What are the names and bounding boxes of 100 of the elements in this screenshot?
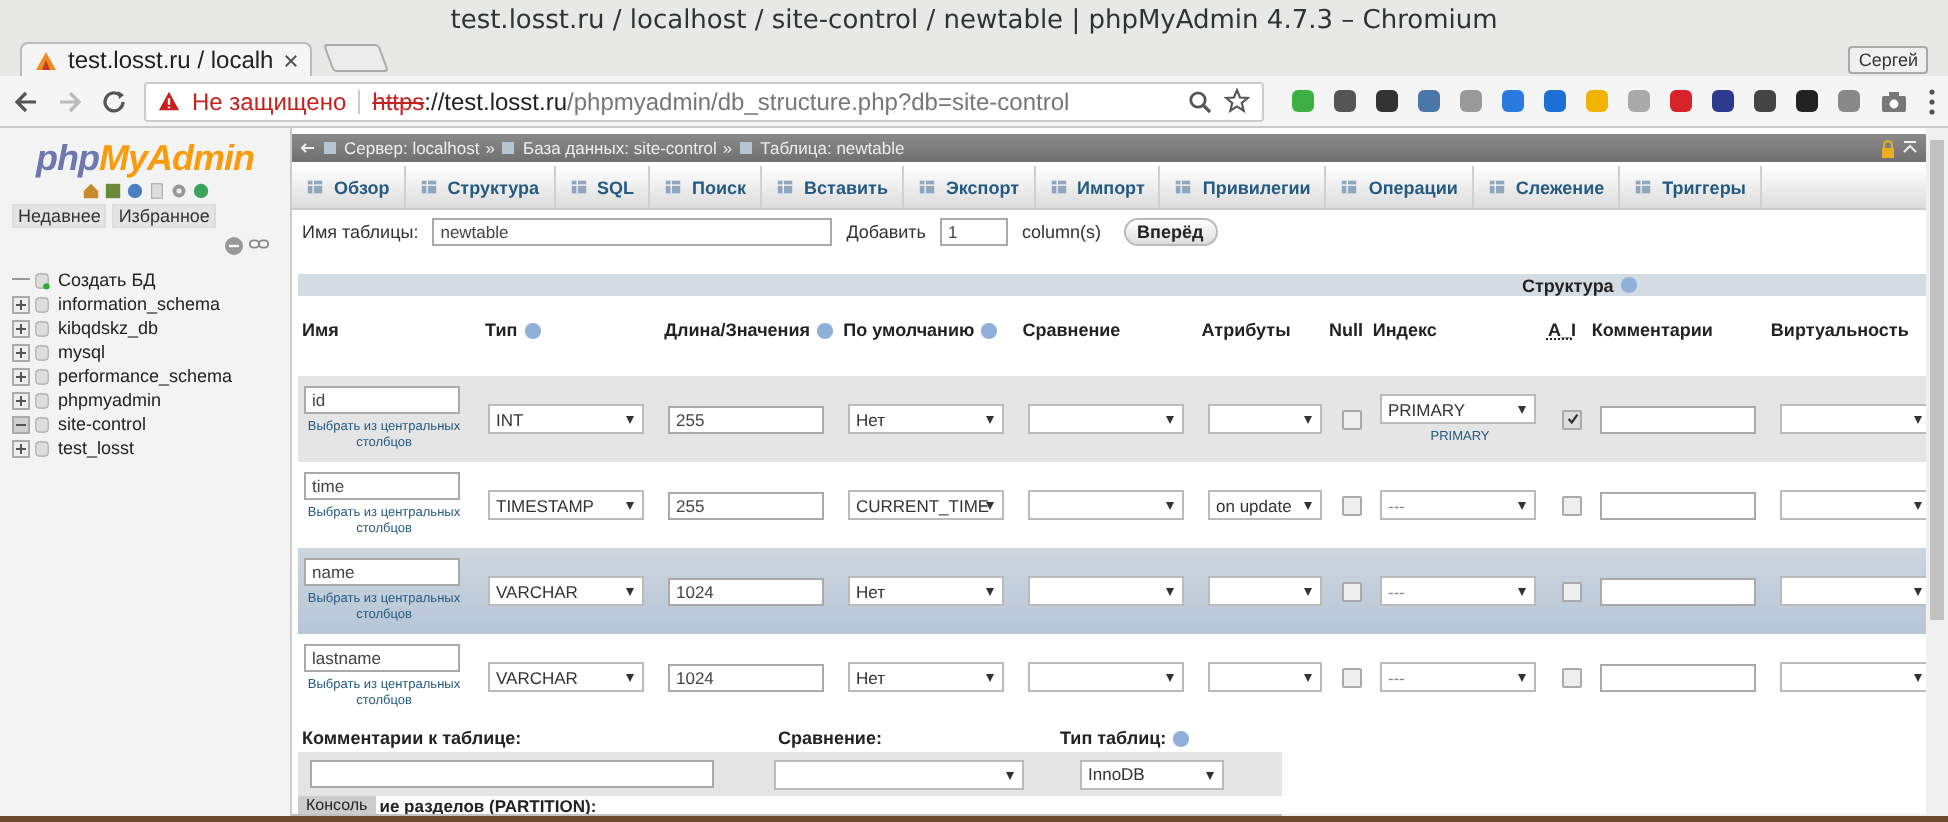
column-name-field[interactable]: lastname	[304, 644, 460, 672]
extension-icon[interactable]	[1376, 90, 1398, 112]
forward-icon[interactable]	[56, 87, 84, 115]
column-name-field[interactable]: time	[304, 472, 460, 500]
document-icon[interactable]	[147, 182, 165, 200]
column-name-field[interactable]: id	[304, 386, 460, 414]
collapse-icon[interactable]	[224, 236, 244, 256]
menu-icon[interactable]	[1928, 87, 1936, 115]
extension-icon[interactable]	[1334, 90, 1356, 112]
database-link[interactable]: performance_schema	[58, 366, 233, 386]
menu-tab[interactable]: Привилегии	[1160, 166, 1327, 208]
comment-field[interactable]	[1600, 491, 1756, 519]
type-select[interactable]: INT	[488, 404, 644, 434]
collation-select[interactable]	[1028, 404, 1184, 434]
menu-tab[interactable]: Слежение	[1473, 166, 1621, 208]
column-name-field[interactable]: name	[304, 558, 460, 586]
column-count-field[interactable]: 1	[940, 218, 1008, 246]
index-select[interactable]: ---	[1380, 490, 1536, 520]
menu-tab[interactable]: SQL	[555, 166, 651, 208]
type-select[interactable]: VARCHAR	[488, 662, 644, 692]
expander-icon[interactable]	[12, 343, 30, 361]
breadcrumb-link[interactable]: Таблица: newtable	[760, 138, 905, 158]
extension-icon[interactable]	[1796, 90, 1818, 112]
index-select[interactable]: PRIMARY	[1380, 394, 1536, 424]
length-field[interactable]: 255	[668, 491, 824, 519]
menu-tab[interactable]: Триггеры	[1620, 166, 1762, 208]
database-link[interactable]: kibqdskz_db	[58, 318, 159, 338]
null-checkbox[interactable]	[1342, 495, 1362, 515]
new-tab-button[interactable]	[322, 44, 389, 72]
close-icon[interactable]	[283, 53, 298, 67]
help-icon[interactable]	[980, 321, 999, 339]
index-select[interactable]: ---	[1380, 576, 1536, 606]
menu-tab[interactable]: Импорт	[1035, 166, 1161, 208]
null-checkbox[interactable]	[1342, 581, 1362, 601]
help-icon[interactable]	[125, 182, 143, 200]
virtuality-select[interactable]	[1780, 404, 1926, 434]
go-button[interactable]: Вперёд	[1123, 218, 1218, 246]
database-link[interactable]: Создать БД	[58, 270, 156, 290]
help-icon[interactable]	[1619, 276, 1638, 294]
table-comment-field[interactable]	[310, 760, 714, 788]
star-icon[interactable]	[1224, 88, 1250, 114]
index-select[interactable]: ---	[1380, 662, 1536, 692]
expander-icon[interactable]	[12, 319, 30, 337]
auto-increment-checkbox[interactable]	[1562, 495, 1582, 515]
default-select[interactable]: Нет	[848, 662, 1004, 692]
comment-field[interactable]	[1600, 663, 1756, 691]
virtuality-select[interactable]	[1780, 576, 1926, 606]
menu-tab[interactable]: Структура	[405, 166, 556, 208]
lock-icon[interactable]	[1880, 139, 1896, 157]
database-link[interactable]: information_schema	[58, 294, 221, 314]
breadcrumb-link[interactable]: Сервер: localhost	[344, 138, 480, 158]
table-name-field[interactable]: newtable	[432, 218, 833, 246]
attributes-select[interactable]	[1208, 576, 1322, 606]
attributes-select[interactable]	[1208, 404, 1322, 434]
search-icon[interactable]	[1188, 89, 1212, 113]
expander-icon[interactable]	[12, 367, 30, 385]
menu-tab[interactable]: Операции	[1326, 166, 1474, 208]
virtuality-select[interactable]	[1780, 662, 1926, 692]
collation-select[interactable]	[1028, 662, 1184, 692]
link-icon[interactable]	[248, 236, 270, 252]
expander-icon[interactable]	[12, 295, 30, 313]
null-checkbox[interactable]	[1342, 667, 1362, 687]
database-link[interactable]: test_losst	[58, 438, 135, 458]
auto-increment-checkbox[interactable]	[1562, 667, 1582, 687]
type-select[interactable]: TIMESTAMP	[488, 490, 644, 520]
arrow-icon[interactable]	[300, 142, 316, 154]
extension-icon[interactable]	[1754, 90, 1776, 112]
default-select[interactable]: Нет	[848, 404, 1004, 434]
null-checkbox[interactable]	[1342, 409, 1362, 429]
logo[interactable]: phpMyAdmin	[36, 138, 254, 180]
home-icon[interactable]	[81, 182, 99, 200]
breadcrumb-link[interactable]: База данных: site-control	[522, 138, 717, 158]
default-select[interactable]: CURRENT_TIME	[848, 490, 1004, 520]
virtuality-select[interactable]	[1780, 490, 1926, 520]
attributes-select[interactable]	[1208, 662, 1322, 692]
attributes-select[interactable]: on update	[1208, 490, 1322, 520]
database-link[interactable]: mysql	[58, 342, 106, 362]
database-link[interactable]: phpmyadmin	[58, 390, 162, 410]
comment-field[interactable]	[1600, 405, 1756, 433]
help-icon[interactable]	[816, 321, 835, 339]
database-link[interactable]: site-control	[58, 414, 147, 434]
collation-select[interactable]	[1028, 490, 1184, 520]
security-warning[interactable]: Не защищено	[192, 87, 347, 115]
menu-tab[interactable]: Экспорт	[903, 166, 1035, 208]
length-field[interactable]: 1024	[668, 663, 824, 691]
collapse-icon[interactable]	[1902, 140, 1918, 156]
extension-icon[interactable]	[1712, 90, 1734, 112]
menu-tab[interactable]: Обзор	[292, 166, 406, 208]
menu-tab[interactable]: Вставить	[762, 166, 904, 208]
console-button[interactable]: Консоль	[298, 796, 376, 814]
help-icon[interactable]	[1172, 729, 1191, 747]
gear-icon[interactable]	[169, 182, 187, 200]
camera-icon[interactable]	[1880, 89, 1908, 113]
engine-select[interactable]: InnoDB	[1080, 759, 1224, 789]
profile-button[interactable]: Сергей	[1848, 45, 1928, 73]
browser-tab[interactable]: test.losst.ru / localh	[20, 42, 312, 76]
comment-field[interactable]	[1600, 577, 1756, 605]
address-bar[interactable]: Не защищено https://test.losst.ru/phpmyadmin/db_structure.php?db=site-control	[144, 81, 1264, 121]
sidebar-tab[interactable]: Недавнее	[12, 204, 107, 228]
collation-select[interactable]	[774, 759, 1024, 789]
